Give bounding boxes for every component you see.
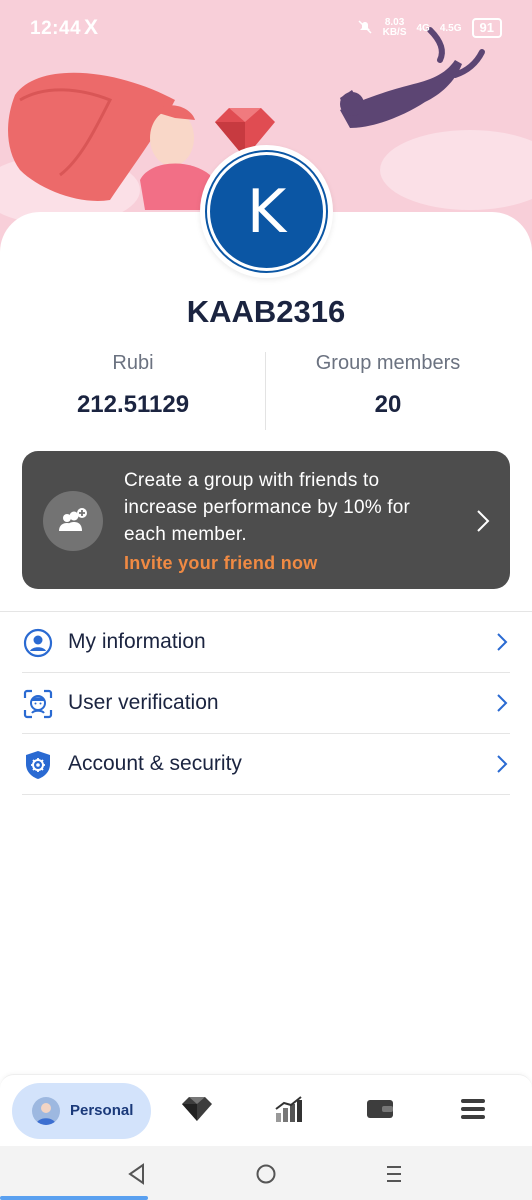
system-nav-bar [0,1146,532,1200]
menu-label: User verification [68,691,219,714]
signal-45g: 4.5G [439,22,462,34]
chevron-right-icon [476,509,490,538]
nav-chart[interactable] [267,1089,311,1133]
chevron-right-icon [496,754,508,779]
rubi-value: 212.51129 [76,391,190,418]
nav-personal-label: Personal [70,1102,134,1119]
home-icon[interactable] [251,1160,281,1188]
avatar[interactable]: K [200,145,333,278]
nav-wallet[interactable] [358,1089,402,1133]
invite-banner[interactable]: Create a group with friends to increase … [22,451,510,589]
nav-personal[interactable]: Personal [12,1083,151,1139]
group-members-label: Group members [315,352,461,374]
net-speed: 8.03 KB/S [383,18,407,38]
menu-item-my-information[interactable]: My information [22,612,510,673]
battery-icon: 91 [471,18,502,38]
person-icon [32,1097,60,1125]
status-indicators: 8.03 KB/S 4G 4.5G 91 [357,18,502,38]
menu-icon [460,1098,486,1125]
invite-friend-link[interactable]: Invite your friend now [124,553,318,574]
face-scan-icon [22,688,54,720]
x-app-icon: X [84,16,99,39]
user-circle-icon [22,627,54,659]
avatar-letter: K [205,150,328,273]
add-group-icon [43,491,103,551]
username: KAAB2316 [186,294,346,329]
menu-label: Account & security [68,752,242,775]
nav-indicator [0,1196,148,1200]
status-time: 12:44 [30,18,82,39]
menu-item-account-security[interactable]: Account & security [22,734,510,795]
invite-description: Create a group with friends to increase … [124,470,411,545]
menu-label: My information [68,630,206,653]
gem-icon [180,1096,214,1127]
group-members-stat: Group members 20 [255,352,521,419]
stats-row: Rubi 212.51129 Group members 20 [0,352,532,432]
status-bar: 12:44 X 8.03 KB/S 4G 4.5G 91 [0,0,532,60]
signal-4g: 4G [416,22,430,34]
net-speed-unit: KB/S [382,27,407,38]
group-members-value: 20 [374,391,402,418]
wallet-icon [366,1098,394,1125]
chevron-right-icon [496,632,508,657]
rubi-label: Rubi [112,352,154,374]
shield-gear-icon [22,749,54,781]
chart-icon [274,1095,304,1128]
mute-icon [357,19,373,38]
back-icon[interactable] [122,1160,152,1188]
bottom-nav: Personal [0,1074,532,1147]
nav-gem[interactable] [175,1089,219,1133]
nav-menu[interactable] [451,1089,495,1133]
menu-item-user-verification[interactable]: User verification [22,673,510,734]
recents-icon[interactable] [379,1160,409,1188]
rubi-stat: Rubi 212.51129 [0,352,266,419]
chevron-right-icon [496,693,508,718]
